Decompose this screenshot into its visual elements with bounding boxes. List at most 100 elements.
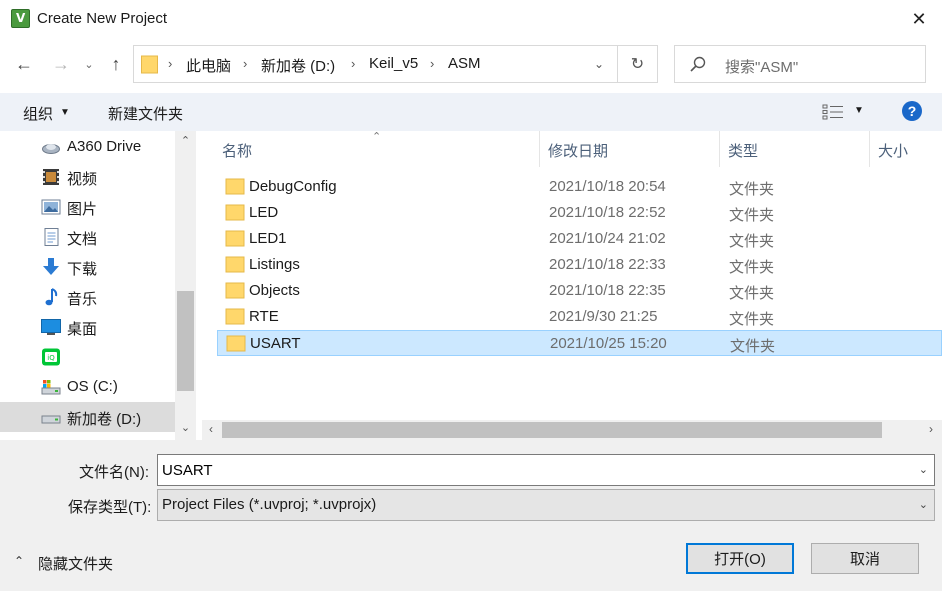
file-type: 文件夹: [729, 259, 775, 276]
filetype-value: Project Files (*.uvproj; *.uvprojx): [162, 496, 377, 513]
filename-input[interactable]: [162, 456, 902, 484]
recent-locations-button[interactable]: ⌄: [80, 49, 98, 79]
nav-item-label: 桌面: [67, 321, 98, 338]
nav-item-drive-d[interactable]: 新加卷 (D:): [0, 402, 175, 432]
column-header-size[interactable]: 大小: [870, 131, 942, 167]
column-header-name[interactable]: 名称: [214, 131, 540, 167]
navigation-pane: A360 Drive 视频 图片 文档 下载 音乐 桌面 iQ OS (C:) …: [0, 131, 196, 440]
file-name: LED1: [249, 230, 287, 247]
file-type: 文件夹: [729, 181, 775, 198]
folder-icon: [225, 204, 245, 221]
file-row[interactable]: Listings 2021/10/18 22:33 文件夹: [217, 252, 942, 278]
file-date: 2021/10/24 21:02: [549, 230, 666, 247]
breadcrumb-keil[interactable]: Keil_v5: [369, 55, 418, 72]
filetype-dropdown-icon: ⌄: [918, 499, 928, 511]
column-header-type[interactable]: 类型: [720, 131, 870, 167]
nav-item-label: 视频: [67, 171, 98, 188]
breadcrumb-separator: ›: [351, 56, 356, 71]
folder-icon: [225, 308, 245, 325]
nav-item-documents[interactable]: 文档: [0, 222, 175, 252]
hscroll-left-button[interactable]: ‹: [202, 422, 220, 436]
nav-item-videos[interactable]: 视频: [0, 162, 175, 192]
folder-icon: [225, 282, 245, 299]
folder-icon: [226, 335, 246, 352]
hscroll-thumb[interactable]: [222, 422, 882, 438]
drive-d-icon: [41, 415, 61, 424]
refresh-button[interactable]: ↻: [617, 46, 657, 82]
file-row[interactable]: RTE 2021/9/30 21:25 文件夹: [217, 304, 942, 330]
file-type: 文件夹: [729, 233, 775, 250]
file-list-hscrollbar[interactable]: ‹ ›: [202, 420, 942, 440]
filetype-select[interactable]: Project Files (*.uvproj; *.uvprojx) ⌄: [157, 489, 935, 521]
title-bar: Create New Project ✕: [0, 0, 942, 38]
back-button[interactable]: ←: [11, 49, 37, 79]
toolbar: 组织 ▼ 新建文件夹 ▼: [0, 93, 942, 131]
nav-item-iqiyi[interactable]: iQ: [0, 342, 175, 372]
file-type: 文件夹: [729, 207, 775, 224]
breadcrumb-drive-d[interactable]: 新加卷 (D:): [261, 55, 335, 76]
view-caret-icon: ▼: [854, 105, 864, 116]
file-row[interactable]: DebugConfig 2021/10/18 20:54 文件夹: [217, 174, 942, 200]
file-date: 2021/10/18 22:35: [549, 282, 666, 299]
address-dropdown-button[interactable]: ⌄: [582, 46, 616, 82]
file-row[interactable]: LED 2021/10/18 22:52 文件夹: [217, 200, 942, 226]
nav-scroll-up-button[interactable]: ⌃: [175, 134, 196, 154]
nav-scroll-thumb[interactable]: [177, 291, 194, 391]
file-type: 文件夹: [729, 311, 775, 328]
nav-item-label: 新加卷 (D:): [67, 411, 142, 428]
address-bar[interactable]: › 此电脑 › 新加卷 (D:) › Keil_v5 › ASM ⌄ ↻: [133, 45, 658, 83]
file-row-selected[interactable]: USART 2021/10/25 15:20 文件夹: [217, 330, 942, 356]
cancel-button[interactable]: 取消: [811, 543, 919, 574]
file-row[interactable]: Objects 2021/10/18 22:35 文件夹: [217, 278, 942, 304]
view-options-button[interactable]: ▼: [822, 101, 868, 123]
nav-item-label: A360 Drive: [67, 138, 142, 155]
folder-icon: [141, 55, 158, 74]
filetype-label: 保存类型(T):: [68, 499, 152, 516]
nav-item-desktop[interactable]: 桌面: [0, 312, 175, 342]
nav-item-downloads[interactable]: 下载: [0, 252, 175, 282]
close-button[interactable]: ✕: [896, 0, 942, 38]
nav-item-pictures[interactable]: 图片: [0, 192, 175, 222]
column-header-date[interactable]: 修改日期: [540, 131, 720, 167]
breadcrumb-this-pc[interactable]: 此电脑: [186, 55, 231, 76]
file-date: 2021/10/18 22:52: [549, 204, 666, 221]
cloud-drive-icon: [42, 144, 60, 154]
documents-icon: [44, 228, 59, 246]
new-folder-button[interactable]: 新建文件夹: [108, 103, 183, 124]
open-button[interactable]: 打开(O): [686, 543, 794, 574]
breadcrumb-separator: ›: [168, 56, 173, 71]
file-list: ⌃ 名称 修改日期 类型 大小 DebugConfig 2021/10/18 2…: [202, 131, 942, 420]
pictures-icon: [41, 199, 61, 215]
file-row[interactable]: LED1 2021/10/24 21:02 文件夹: [217, 226, 942, 252]
breadcrumb-asm[interactable]: ASM: [448, 55, 481, 72]
up-button[interactable]: ↑: [103, 49, 129, 79]
desktop-icon: [41, 319, 61, 335]
folder-icon: [225, 256, 245, 273]
nav-item-label: 下载: [67, 261, 98, 278]
file-name: DebugConfig: [249, 178, 337, 195]
search-icon: [690, 56, 706, 72]
file-date: 2021/10/25 15:20: [550, 335, 667, 352]
file-name: USART: [250, 335, 301, 352]
filename-dropdown-icon[interactable]: ⌄: [919, 463, 928, 476]
hscroll-right-button[interactable]: ›: [922, 422, 940, 436]
details-view-icon: [822, 104, 843, 120]
nav-item-drive-c[interactable]: OS (C:): [0, 372, 175, 402]
keil-uvision-icon: [11, 9, 30, 28]
file-date: 2021/10/18 20:54: [549, 178, 666, 195]
organize-caret-icon[interactable]: ▼: [60, 107, 70, 118]
download-icon: [43, 258, 59, 275]
nav-scroll-down-button[interactable]: ⌄: [175, 421, 196, 441]
filename-combobox[interactable]: ⌄: [157, 454, 935, 486]
nav-item-music[interactable]: 音乐: [0, 282, 175, 312]
nav-scrollbar[interactable]: ⌃ ⌄: [175, 131, 196, 440]
forward-button[interactable]: →: [48, 49, 74, 79]
nav-item-label: 图片: [67, 201, 98, 218]
search-box[interactable]: 搜索"ASM": [674, 45, 926, 83]
chevron-up-icon: ⌃: [14, 554, 25, 568]
file-type: 文件夹: [730, 338, 776, 355]
help-button[interactable]: ?: [902, 101, 922, 121]
organize-button[interactable]: 组织: [23, 103, 53, 124]
dialog-footer: 文件名(N): ⌄ 保存类型(T): Project Files (*.uvpr…: [0, 440, 942, 591]
nav-item-a360-drive[interactable]: A360 Drive: [0, 132, 175, 162]
